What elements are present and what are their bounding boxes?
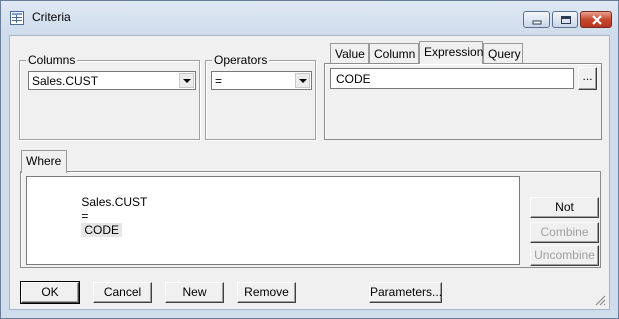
tab-expression[interactable]: Expression [419, 41, 483, 64]
maximize-button[interactable] [552, 11, 578, 28]
combine-button[interactable]: Combine [530, 222, 599, 243]
operators-label: Operators [212, 53, 270, 67]
clause-field: Sales.CUST [81, 195, 148, 209]
minimize-icon [532, 20, 542, 25]
where-panel: Sales.CUST = CODE Not Combine Uncombine [20, 171, 601, 268]
clause-operator: = [81, 209, 89, 223]
operators-group: Operators = [205, 53, 316, 140]
operators-value: = [215, 74, 223, 88]
close-button[interactable] [580, 11, 612, 28]
ok-button[interactable]: OK [20, 281, 80, 304]
new-button[interactable]: New [165, 282, 224, 303]
parameters-button[interactable]: Parameters... [369, 282, 442, 303]
remove-button[interactable]: Remove [237, 282, 296, 303]
criteria-window: Criteria Columns Sales.CUST Operators = … [0, 0, 619, 319]
not-button[interactable]: Not [530, 197, 599, 218]
operators-dropdown-button[interactable] [295, 73, 310, 88]
columns-value: Sales.CUST [32, 74, 99, 88]
columns-group: Columns Sales.CUST [19, 53, 200, 140]
chevron-down-icon [183, 79, 191, 83]
expression-input[interactable]: CODE [330, 68, 574, 89]
where-clause-line[interactable]: Sales.CUST = CODE [48, 181, 147, 251]
uncombine-button[interactable]: Uncombine [530, 245, 599, 266]
cancel-button[interactable]: Cancel [93, 282, 152, 303]
minimize-button[interactable] [523, 11, 550, 28]
columns-dropdown-button[interactable] [179, 73, 194, 88]
resize-grip-icon[interactable] [594, 294, 606, 306]
close-icon [592, 15, 602, 25]
maximize-icon [561, 16, 571, 24]
criteria-app-icon [10, 11, 24, 25]
expression-panel: CODE ... [324, 63, 602, 140]
title-bar[interactable]: Criteria [1, 1, 618, 35]
columns-label: Columns [26, 53, 78, 67]
columns-combobox[interactable]: Sales.CUST [28, 71, 196, 90]
browse-button[interactable]: ... [578, 67, 597, 90]
tab-column[interactable]: Column [369, 43, 419, 64]
chevron-down-icon [299, 79, 307, 83]
tab-where[interactable]: Where [21, 150, 67, 173]
where-clause-box[interactable]: Sales.CUST = CODE [26, 176, 520, 265]
tab-value[interactable]: Value [330, 43, 369, 64]
dialog-client-area: Columns Sales.CUST Operators = Value Col… [9, 35, 610, 310]
clause-value: CODE [81, 223, 123, 237]
operators-combobox[interactable]: = [211, 71, 312, 90]
expression-value: CODE [336, 72, 371, 86]
tab-query[interactable]: Query [483, 43, 523, 64]
window-title: Criteria [32, 10, 71, 24]
